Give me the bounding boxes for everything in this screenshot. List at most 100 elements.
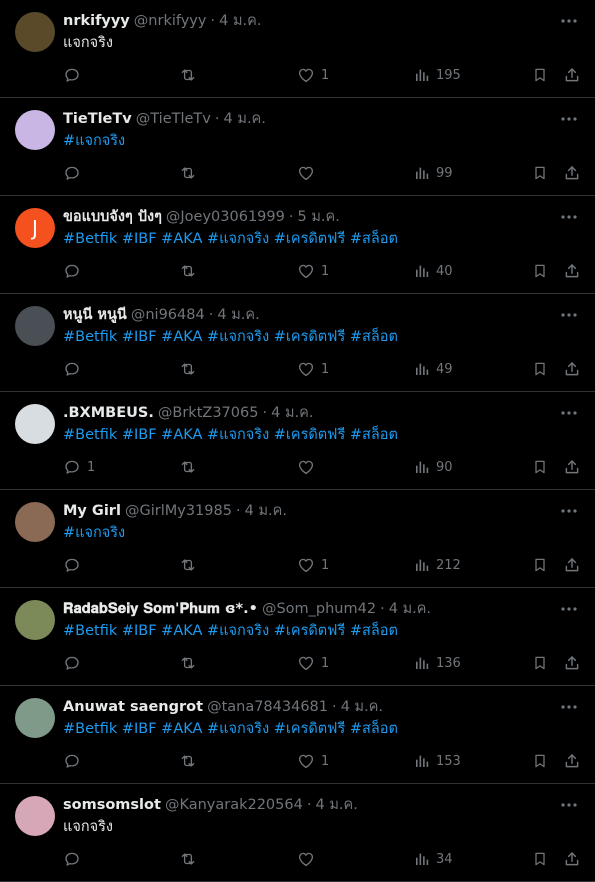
tweet-date[interactable]: 4 ม.ค.	[271, 405, 313, 421]
bookmark-button[interactable]	[532, 555, 548, 575]
share-button[interactable]	[563, 849, 581, 869]
tweet-date[interactable]: 4 ม.ค.	[389, 601, 431, 617]
tweet-text[interactable]: #Betfik #IBF #AKA #แจกจริง #เครดิตฟรี #ส…	[63, 622, 575, 641]
tweet-text[interactable]: #แจกจริง	[63, 524, 575, 543]
tweet-item[interactable]: TieTleTv @TieTleTv · 4 ม.ค. #แจกจริง 99	[0, 98, 595, 196]
bookmark-button[interactable]	[532, 457, 548, 477]
avatar[interactable]	[15, 600, 55, 640]
tweet-date[interactable]: 4 ม.ค.	[217, 307, 259, 323]
tweet-text[interactable]: #Betfik #IBF #AKA #แจกจริง #เครดิตฟรี #ส…	[63, 720, 575, 739]
user-handle[interactable]: @BrktZ37065	[158, 405, 259, 421]
bookmark-button[interactable]	[532, 359, 548, 379]
views-button[interactable]: 34	[414, 849, 453, 869]
views-button[interactable]: 40	[414, 261, 453, 281]
avatar[interactable]	[15, 404, 55, 444]
user-handle[interactable]: @GirlMy31985	[125, 503, 232, 519]
tweet-date[interactable]: 4 ม.ค.	[316, 797, 358, 813]
more-options-icon[interactable]	[559, 13, 579, 29]
display-name[interactable]: Anuwat saengrot	[63, 699, 203, 715]
tweet-item[interactable]: Anuwat saengrot @tana78434681 · 4 ม.ค. #B…	[0, 686, 595, 784]
user-handle[interactable]: @Joey03061999	[166, 209, 285, 225]
user-handle[interactable]: @TieTleTv	[136, 111, 211, 127]
tweet-item[interactable]: หนูนี หนูนี @ni96484 · 4 ม.ค. #Betfik #IB…	[0, 294, 595, 392]
display-name[interactable]: TieTleTv	[63, 111, 132, 127]
tweet-text[interactable]: #Betfik #IBF #AKA #แจกจริง #เครดิตฟรี #ส…	[63, 426, 575, 445]
bookmark-button[interactable]	[532, 849, 548, 869]
avatar[interactable]	[15, 12, 55, 52]
tweet-item[interactable]: My Girl @GirlMy31985 · 4 ม.ค. #แจกจริง 1 21…	[0, 490, 595, 588]
more-options-icon[interactable]	[559, 503, 579, 519]
retweet-button[interactable]	[178, 65, 204, 85]
like-button[interactable]: 1	[297, 751, 329, 771]
like-button[interactable]	[297, 163, 321, 183]
more-options-icon[interactable]	[559, 601, 579, 617]
reply-button[interactable]	[63, 653, 87, 673]
tweet-item[interactable]: J ขอแบบจังๆ ปังๆ @Joey03061999 · 5 ม.ค. #B…	[0, 196, 595, 294]
tweet-text[interactable]: #Betfik #IBF #AKA #แจกจริง #เครดิตฟรี #ส…	[63, 230, 575, 249]
tweet-item[interactable]: 𝐑𝐚𝐝𝐚𝐛𝐒𝐞𝐢𝐲 𝐒𝐨𝐦'𝐏𝐡𝐮𝐦 ɞ*.• @Som_phum42 · 4 …	[0, 588, 595, 686]
tweet-date[interactable]: 4 ม.ค.	[224, 111, 266, 127]
tweet-item[interactable]: .BXMBEUS. @BrktZ37065 · 4 ม.ค. #Betfik #I…	[0, 392, 595, 490]
reply-button[interactable]	[63, 261, 87, 281]
share-button[interactable]	[563, 65, 581, 85]
reply-button[interactable]	[63, 555, 87, 575]
share-button[interactable]	[563, 261, 581, 281]
like-button[interactable]	[297, 849, 321, 869]
share-button[interactable]	[563, 457, 581, 477]
display-name[interactable]: .BXMBEUS.	[63, 405, 154, 421]
tweet-date[interactable]: 4 ม.ค.	[245, 503, 287, 519]
views-button[interactable]: 49	[414, 359, 453, 379]
more-options-icon[interactable]	[559, 405, 579, 421]
like-button[interactable]: 1	[297, 359, 329, 379]
bookmark-button[interactable]	[532, 751, 548, 771]
avatar[interactable]	[15, 306, 55, 346]
views-button[interactable]: 153	[414, 751, 461, 771]
more-options-icon[interactable]	[559, 111, 579, 127]
retweet-button[interactable]	[178, 653, 204, 673]
share-button[interactable]	[563, 163, 581, 183]
user-handle[interactable]: @Som_phum42	[262, 601, 376, 617]
user-handle[interactable]: @ni96484	[131, 307, 205, 323]
avatar[interactable]	[15, 698, 55, 738]
display-name[interactable]: nrkifyyy	[63, 13, 130, 29]
user-handle[interactable]: @nrkifyyy	[134, 13, 207, 29]
bookmark-button[interactable]	[532, 65, 548, 85]
share-button[interactable]	[563, 751, 581, 771]
like-button[interactable]: 1	[297, 555, 329, 575]
avatar[interactable]	[15, 502, 55, 542]
display-name[interactable]: ขอแบบจังๆ ปังๆ	[63, 209, 162, 225]
more-options-icon[interactable]	[559, 209, 579, 225]
display-name[interactable]: หนูนี หนูนี	[63, 307, 127, 323]
retweet-button[interactable]	[178, 359, 204, 379]
avatar[interactable]	[15, 796, 55, 836]
views-button[interactable]: 212	[414, 555, 461, 575]
more-options-icon[interactable]	[559, 699, 579, 715]
like-button[interactable]	[297, 457, 321, 477]
avatar[interactable]	[15, 110, 55, 150]
avatar[interactable]: J	[15, 208, 55, 248]
more-options-icon[interactable]	[559, 307, 579, 323]
views-button[interactable]: 195	[414, 65, 461, 85]
tweet-text[interactable]: #แจกจริง	[63, 132, 575, 151]
reply-button[interactable]	[63, 163, 87, 183]
like-button[interactable]: 1	[297, 65, 329, 85]
retweet-button[interactable]	[178, 555, 204, 575]
tweet-item[interactable]: nrkifyyy @nrkifyyy · 4 ม.ค. แจกจริง 1 195	[0, 0, 595, 98]
reply-button[interactable]	[63, 849, 87, 869]
reply-button[interactable]	[63, 359, 87, 379]
retweet-button[interactable]	[178, 457, 204, 477]
reply-button[interactable]	[63, 751, 87, 771]
retweet-button[interactable]	[178, 261, 204, 281]
like-button[interactable]: 1	[297, 653, 329, 673]
views-button[interactable]: 136	[414, 653, 461, 673]
display-name[interactable]: 𝐑𝐚𝐝𝐚𝐛𝐒𝐞𝐢𝐲 𝐒𝐨𝐦'𝐏𝐡𝐮𝐦 ɞ*.•	[63, 601, 258, 617]
retweet-button[interactable]	[178, 849, 204, 869]
retweet-button[interactable]	[178, 751, 204, 771]
share-button[interactable]	[563, 359, 581, 379]
tweet-date[interactable]: 5 ม.ค.	[298, 209, 340, 225]
tweet-date[interactable]: 4 ม.ค.	[341, 699, 383, 715]
share-button[interactable]	[563, 653, 581, 673]
display-name[interactable]: somsomslot	[63, 797, 161, 813]
views-button[interactable]: 99	[414, 163, 453, 183]
bookmark-button[interactable]	[532, 653, 548, 673]
